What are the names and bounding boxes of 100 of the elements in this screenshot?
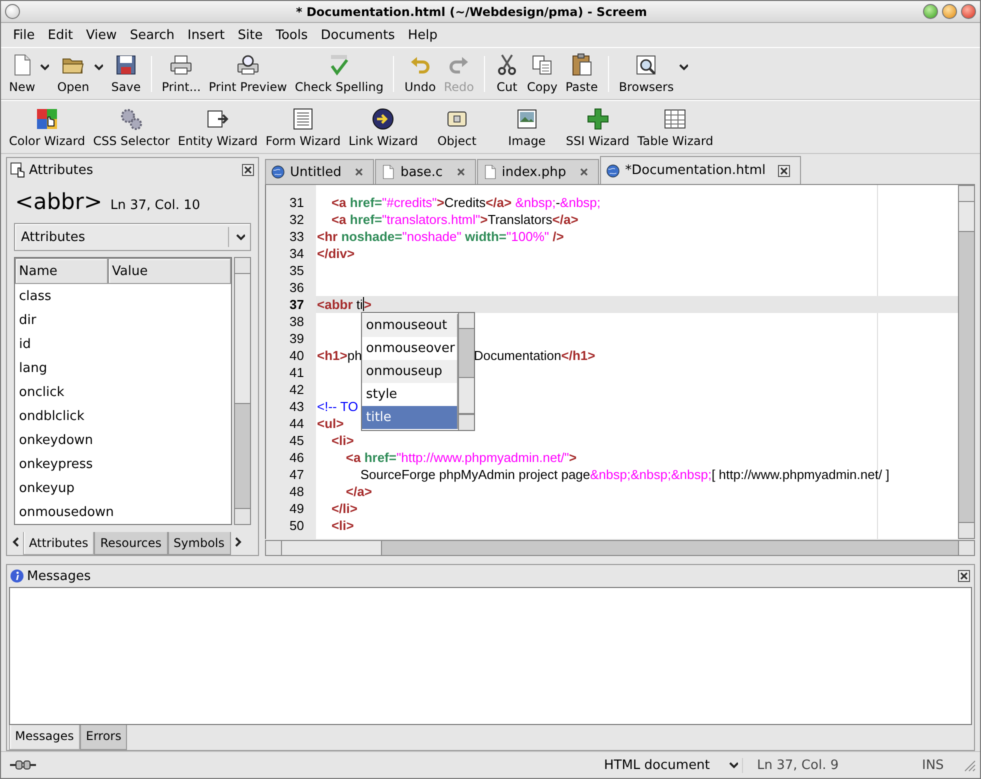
line-number: 44 [288,415,305,432]
dropdown-arrow-button[interactable] [39,62,50,72]
info-icon [10,569,24,583]
tab[interactable]: Resources [94,532,168,555]
scroll-right-button[interactable] [232,536,242,548]
toolbar-button[interactable]: Link Wizard [344,104,422,150]
close-icon[interactable] [353,166,366,178]
toolbar-button[interactable]: Copy [522,51,562,96]
code-line: </div> [317,245,355,262]
line-number: 32 [288,211,305,228]
magnifier-page-icon [634,53,658,77]
window-title: * Documentation.html (~/Webdesign/pma) - Screem [294,4,648,18]
toolbar-button[interactable]: Undo [400,51,440,96]
tab[interactable]: Messages [9,725,80,750]
menu-item[interactable]: Documents [314,26,401,44]
menu-item[interactable]: Tools [270,26,314,44]
column-header[interactable]: Name [15,258,108,284]
toolbar-button[interactable]: Print... [158,51,205,96]
tab[interactable]: base.c [375,159,476,184]
close-icon[interactable] [242,164,254,176]
line-number: 40 [288,347,305,364]
caret-icon [728,760,738,770]
close-icon[interactable] [958,570,970,582]
toolbar-button[interactable]: Object [422,104,492,150]
cursor-position: Ln 37, Col. 9 [742,758,892,772]
line-number: 42 [288,381,305,398]
line-number: 47 [288,466,305,483]
attributes-dropdown[interactable]: Attributes [14,223,251,251]
toolbar-button[interactable]: Open [53,51,94,96]
pointer-icon [10,162,26,178]
autocomplete-list[interactable]: onmouseout onmouseover onmouseup style title [361,312,475,431]
table-cell: dir [19,312,36,328]
table-cell: lang [19,360,48,376]
element-name: <abbr> [15,190,102,215]
tab[interactable]: Errors [80,725,128,750]
toolbar-button[interactable]: Entity Wizard [174,104,262,150]
toolbar-button[interactable]: Save [107,51,145,96]
code-line: Documentation</h1> [474,347,596,364]
vertical-scrollbar[interactable] [958,185,975,540]
menu-item[interactable]: Insert [181,26,231,44]
toolbar-button[interactable]: Check Spelling [290,51,388,96]
list-item[interactable]: onmouseup [362,360,458,383]
toolbar-button[interactable]: Image [492,104,562,150]
toolbar-button[interactable]: SSI Wizard [562,104,634,150]
line-number: 39 [288,330,305,347]
copy-icon [530,53,554,77]
dropdown-arrow-button[interactable] [93,62,104,72]
toolbar-button[interactable]: Paste [561,51,602,96]
menu-item[interactable]: Site [232,26,269,44]
menu-item[interactable]: Edit [42,26,79,44]
toolbar-button[interactable]: Cut [490,51,523,96]
tab[interactable]: Symbols [168,532,230,555]
table-cell: onmousedown [19,504,114,520]
window-menu-button[interactable] [5,4,20,19]
document-type-dropdown[interactable]: HTML document [582,758,742,772]
print-preview-icon [236,53,260,77]
toolbar-button[interactable]: New [5,51,40,96]
menu-item[interactable]: Help [402,26,444,44]
menu-item[interactable]: View [80,26,123,44]
tab[interactable]: index.php [476,159,600,184]
code-line: </li> [330,500,358,517]
table-cell: onclick [19,384,64,400]
maximize-button[interactable] [942,4,957,19]
horizontal-scrollbar[interactable] [265,540,975,556]
code-line: <abbr ti> [317,296,372,313]
toolbar-button[interactable]: Form Wizard [262,104,345,150]
line-number: 50 [288,517,305,534]
minimize-button[interactable] [923,4,938,19]
dropdown-arrow-button[interactable] [678,62,688,72]
list-item[interactable]: title [362,406,458,429]
close-icon[interactable] [778,164,790,176]
close-icon[interactable] [578,166,590,178]
list-item[interactable]: onmouseout [362,314,458,337]
toolbar-button[interactable]: Print Preview [204,51,291,96]
toolbar-button[interactable]: Table Wizard [633,104,718,150]
toolbar-button[interactable]: Color Wizard [5,104,90,150]
tab[interactable]: *Documentation.html [600,156,801,184]
toolbar-button[interactable]: CSS Selector [89,104,174,150]
close-icon[interactable] [454,166,467,178]
code-editor[interactable] [266,185,958,540]
lined-page-icon [291,106,316,130]
vertical-scrollbar[interactable] [458,313,474,430]
tab[interactable]: Untitled [265,159,374,184]
resize-grip-icon [962,758,976,772]
table-cell: id [19,336,31,352]
scroll-left-button[interactable] [11,536,21,548]
line-number: 46 [288,449,305,466]
line-number: 49 [288,500,305,517]
toolbar-button[interactable]: Browsers [614,51,678,96]
code-line: <hr noshade="noshade" width="100%" /> [317,228,564,245]
line-number: 33 [288,228,305,245]
menu-item[interactable]: Search [124,26,180,44]
table-icon [663,106,688,130]
menu-item[interactable]: File [7,26,41,44]
close-button[interactable] [961,4,976,19]
code-line: <h1>ph [317,347,362,364]
page-icon [380,164,396,180]
column-header[interactable]: Value [108,258,231,284]
vertical-scrollbar[interactable] [234,257,251,525]
tab[interactable]: Attributes [23,532,94,555]
